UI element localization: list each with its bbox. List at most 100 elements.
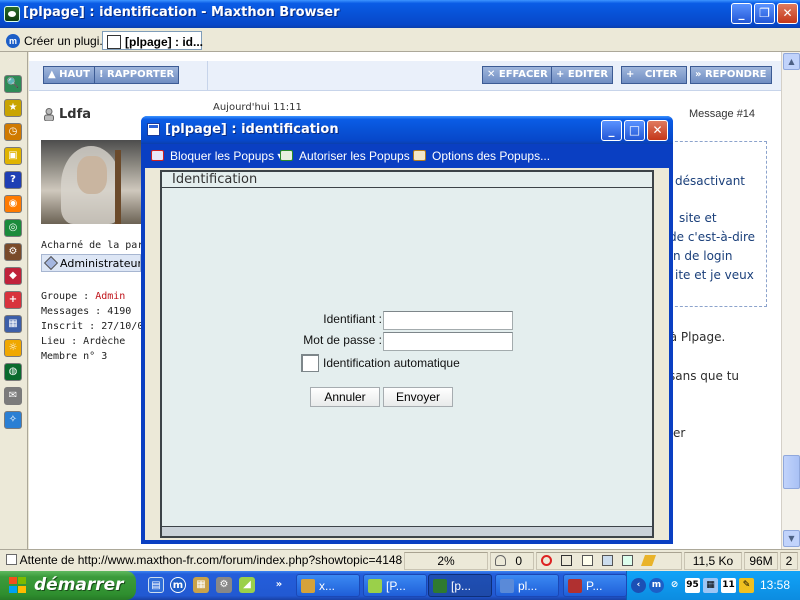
delete-button[interactable]: ✕ EFFACER [482,66,553,84]
tray-number-badge[interactable]: 95 [685,578,700,593]
scroll-up-arrow[interactable]: ▲ [783,53,800,70]
post-text-line: ite et je veux [675,268,754,282]
dialog-maximize-button[interactable]: □ [624,120,645,141]
author-block: Ldfa [43,107,91,122]
clock[interactable]: 13:58 [760,578,790,592]
quote-button[interactable]: + CITER [621,66,687,84]
message-number[interactable]: Message #14 [689,108,755,120]
close-button[interactable]: ✕ [777,3,798,24]
taskbar-task[interactable]: [p... [428,574,492,597]
quicklaunch-maxthon-icon[interactable]: m [170,577,186,593]
window-icon[interactable] [602,555,614,566]
tab-plpage-identification[interactable]: [plpage] : id... [102,31,203,50]
puzzle-icon[interactable]: ✧ [4,411,22,429]
reply-button[interactable]: » REPONDRE [690,66,772,84]
username-field[interactable] [383,311,513,330]
collector-icon[interactable]: ◆ [4,267,22,285]
login-panel: Identification Identifiant : Mot de pass… [160,170,654,538]
scroll-thumb[interactable] [783,455,800,489]
auto-login-label[interactable]: Identification automatique [323,356,460,370]
tab-create-plugin[interactable]: m Créer un plugi... [2,31,113,50]
tray-network-icon[interactable]: ▦ [703,578,718,593]
scroll-down-arrow[interactable]: ▼ [783,530,800,547]
dialog-minimize-button[interactable]: _ [601,120,622,141]
tray-maxthon-icon[interactable]: m [649,578,664,593]
dialog-title: [plpage] : identification [165,122,339,137]
rss-icon[interactable]: ◉ [4,195,22,213]
submit-button[interactable]: Envoyer [383,387,453,407]
minimize-button[interactable]: _ [731,3,752,24]
screen-icon[interactable] [622,555,634,566]
downloads-indicator[interactable]: 0 [490,552,534,570]
groups-icon[interactable]: ▣ [4,147,22,165]
page-scrollbar[interactable]: ▲ ▼ [781,52,800,549]
quicklaunch-more-icon[interactable]: » [274,577,284,593]
post-text-line: désactivant [675,174,746,188]
edit-button[interactable]: + EDITER [551,66,614,84]
block-popups-button[interactable]: Bloquer les Popups ▾ [151,149,283,163]
user-info-line: Groupe : Admin [41,291,126,302]
calendar-icon[interactable]: ▦ [4,315,22,333]
dialog-close-button[interactable]: ✕ [647,120,668,141]
globe-icon[interactable]: ◍ [4,363,22,381]
search-icon[interactable]: 🔍 [4,75,22,93]
auto-login-checkbox[interactable] [301,354,319,372]
web-icon[interactable]: ◎ [4,219,22,237]
dialog-body: Bloquer les Popups ▾ Autoriser les Popup… [145,144,669,540]
password-label: Mot de passe : [303,333,382,347]
start-button[interactable]: démarrer [0,571,136,600]
taskbar-task[interactable]: pl... [495,574,559,597]
allow-popups-button[interactable]: Autoriser les Popups ▾ [280,149,419,163]
report-button[interactable]: ! RAPPORTER [94,66,180,84]
popup-options-button[interactable]: Options des Popups... [413,149,550,163]
cancel-button[interactable]: Annuler [310,387,380,407]
status-bar: Attente de http://www.maxthon-fr.com/for… [0,549,800,571]
login-panel-header: Identification [162,172,652,188]
post-date: Aujourd'hui 11:11 [213,102,302,113]
user-group-link[interactable]: Admin [95,291,125,302]
quicklaunch-app-icon[interactable]: ◢ [239,577,255,593]
taskbar: démarrer ▤ m ▦ ⚙ ◢ » ‹ m ⊘ 95 ▦ 11 ✎ 13:… [0,571,800,600]
history-icon[interactable]: ◷ [4,123,22,141]
block-icon[interactable] [541,555,552,566]
tray-pencil-icon[interactable]: ✎ [739,578,754,593]
post-text-line: er [673,426,686,440]
username-label: Identifiant : [323,312,382,326]
tab-label: [plpage] : id... [125,35,203,49]
maxthon-logo-icon [4,6,20,22]
maxthon-icon: m [6,34,20,48]
pencil-icon[interactable] [640,555,656,566]
weather-icon[interactable]: ☼ [4,339,22,357]
quicklaunch-desktop-icon[interactable]: ▤ [148,577,164,593]
add-icon[interactable]: + [4,291,22,309]
password-field[interactable] [383,332,513,351]
note-icon[interactable] [581,555,593,566]
favorites-icon[interactable]: ★ [4,99,22,117]
quicklaunch-folder-icon[interactable]: ▦ [193,577,209,593]
taskbar-task[interactable]: P... [563,574,627,597]
download-icon [495,555,506,566]
taskbar-task[interactable]: [P... [363,574,427,597]
group-badge: Administrateurs [41,254,141,272]
window-title: [plpage] : identification - Maxthon Brow… [23,5,340,20]
user-info-line: Membre n° 3 [41,351,108,362]
plugin-icon[interactable]: ⚙ [4,243,22,261]
sidebar: 🔍 ★ ◷ ▣? ◉ ◎ ⚙ ◆ + ▦ ☼ ◍ ✉ ✧ [0,52,28,549]
maximize-button[interactable]: ❐ [754,3,775,24]
quicklaunch-gear-icon[interactable]: ⚙ [216,577,232,593]
load-progress: 2% [404,552,488,570]
task-app-icon [500,579,514,593]
user-info-line: Messages : 4190 [41,306,132,317]
tray-arrow-icon[interactable]: ‹ [631,578,646,593]
mail-icon[interactable]: ✉ [4,387,22,405]
help-icon[interactable]: ? [4,171,22,189]
checkbox-icon[interactable] [561,555,573,566]
top-button[interactable]: ▲ HAUT [43,66,95,84]
page-icon [107,35,121,49]
memory-usage: 96M [744,552,778,570]
tray-link-icon[interactable]: ⊘ [667,578,682,593]
identification-dialog: [plpage] : identification _ □ ✕ Bloquer … [141,116,673,544]
taskbar-task[interactable]: x... [296,574,360,597]
tray-date-badge[interactable]: 11 [721,578,736,593]
task-app-icon [301,579,315,593]
